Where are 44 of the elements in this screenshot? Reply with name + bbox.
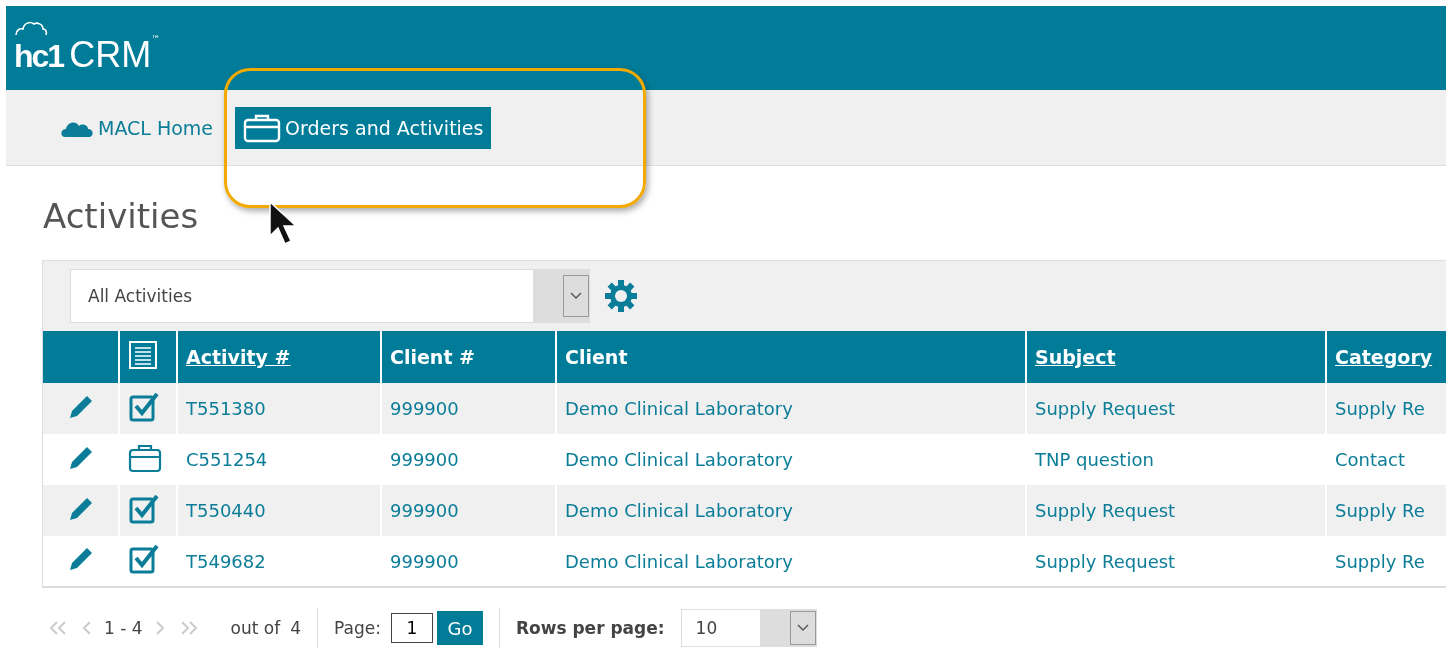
- list-icon[interactable]: [128, 340, 158, 370]
- column-header: Client #: [390, 346, 475, 368]
- table-cell[interactable]: T549682: [186, 550, 266, 572]
- checkbox-icon: [128, 492, 160, 525]
- table-cell[interactable]: Supply Re: [1335, 500, 1425, 521]
- caret-icon: [789, 611, 816, 645]
- table-cell[interactable]: Demo Clinical Laboratory: [565, 398, 793, 419]
- page-title: Activities: [43, 196, 199, 238]
- nav-tab[interactable]: Orders and Activities: [235, 106, 492, 149]
- table-cell[interactable]: Demo Clinical Laboratory: [565, 449, 793, 470]
- page-input[interactable]: 1: [390, 613, 433, 643]
- rows-per-page-dropdown[interactable]: 10: [680, 609, 817, 647]
- page-range: 1 - 4: [104, 618, 143, 638]
- briefcase-icon: [243, 112, 282, 143]
- table-cell[interactable]: Demo Clinical Laboratory: [565, 500, 793, 521]
- page-label: Page:: [334, 618, 381, 638]
- trademark: ™: [151, 34, 161, 44]
- table-cell[interactable]: 999900: [390, 500, 459, 521]
- briefcase-icon: [128, 442, 162, 473]
- table-cell[interactable]: TNP question: [1035, 449, 1154, 470]
- logo-name: CRM: [69, 34, 152, 76]
- checkbox-icon: [128, 543, 160, 575]
- out-of-label: out of: [230, 618, 281, 638]
- table-cell[interactable]: 999900: [390, 398, 459, 419]
- table-cell[interactable]: Supply Request: [1035, 398, 1176, 419]
- nav-tab[interactable]: MACL Home: [52, 110, 222, 145]
- caret-icon: [563, 275, 589, 317]
- total-count: 4: [290, 618, 302, 638]
- column-header: Client: [565, 346, 628, 368]
- table-cell[interactable]: Supply Request: [1035, 500, 1176, 521]
- table-cell[interactable]: C551254: [186, 449, 268, 470]
- table-cell[interactable]: T551380: [186, 398, 266, 419]
- checkbox-icon: [128, 390, 160, 423]
- table-cell[interactable]: 999900: [390, 550, 459, 572]
- settings-icon[interactable]: [604, 279, 638, 313]
- filter-dropdown[interactable]: All Activities: [70, 269, 590, 323]
- go-button[interactable]: Go: [436, 611, 483, 645]
- column-header[interactable]: Subject: [1035, 346, 1116, 368]
- cloud-icon: [14, 20, 48, 36]
- logo-mark: hc1: [14, 38, 64, 75]
- rows-per-page-label: Rows per page:: [515, 618, 665, 638]
- table-cell[interactable]: T550440: [186, 500, 266, 521]
- table-cell[interactable]: 999900: [390, 449, 459, 470]
- table-cell[interactable]: Supply Re: [1335, 398, 1425, 419]
